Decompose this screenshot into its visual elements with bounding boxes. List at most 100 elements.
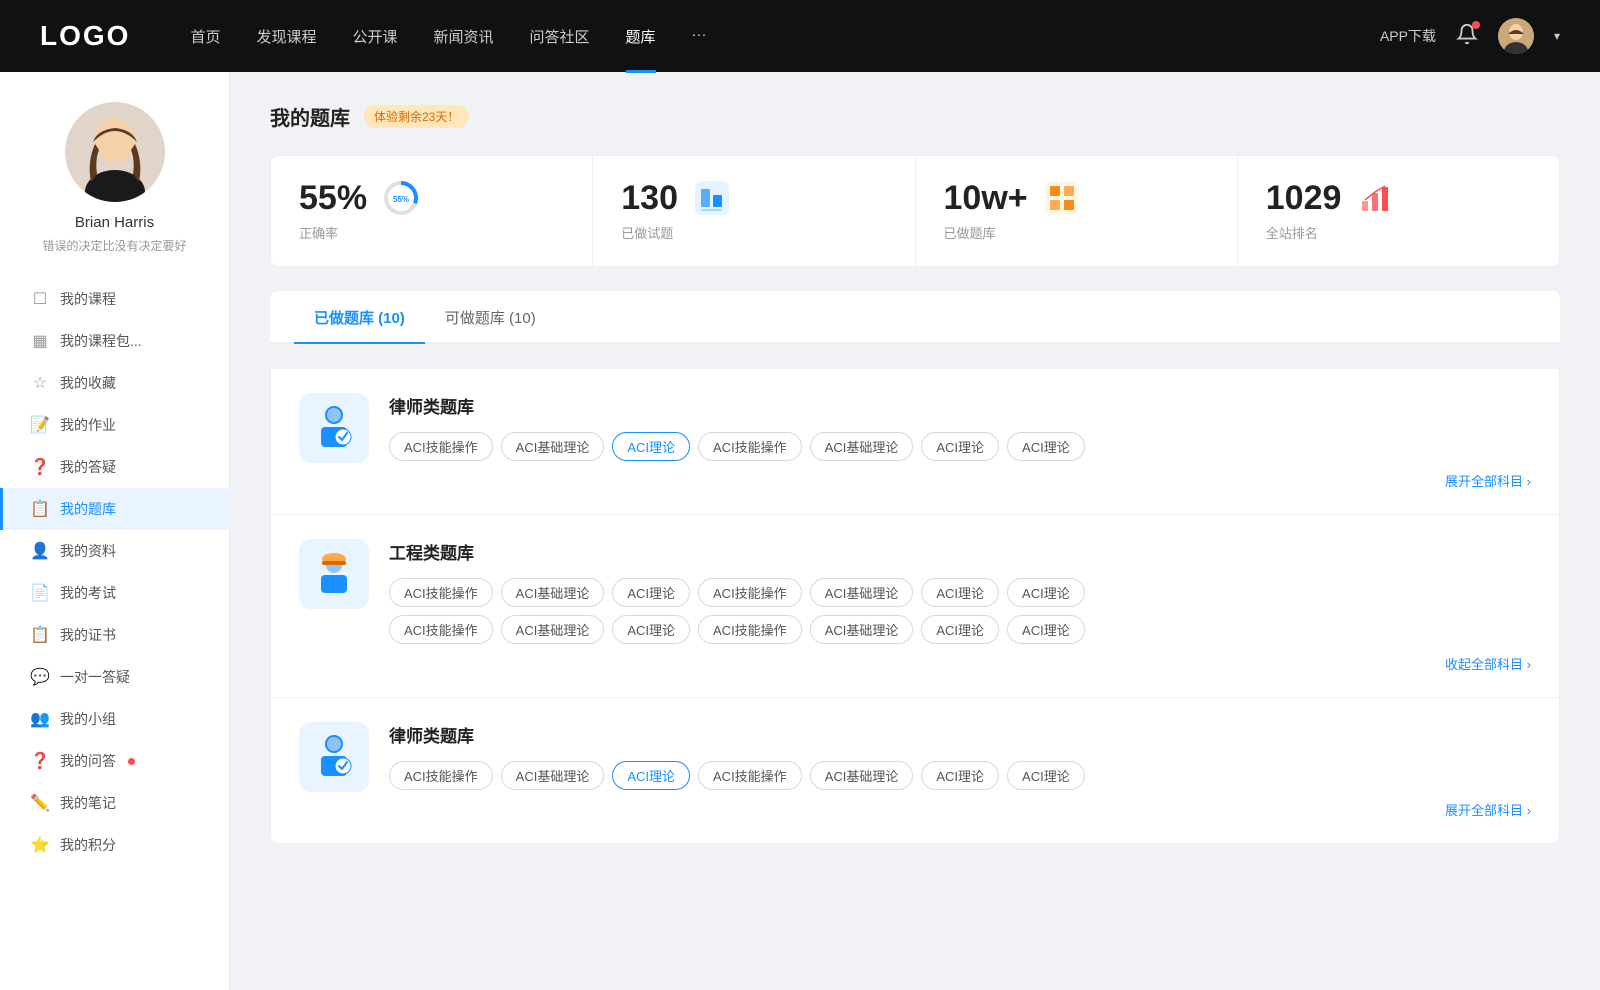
- sidebar-item-questions[interactable]: ❓ 我的问答: [0, 740, 229, 782]
- sidebar-item-profile[interactable]: 👤 我的资料: [0, 530, 229, 572]
- bank-tag[interactable]: ACI基础理论: [501, 578, 605, 607]
- logo: LOGO: [40, 20, 130, 52]
- bank-card-inner: 工程类题库 ACI技能操作 ACI基础理论 ACI理论 ACI技能操作 ACI基…: [299, 539, 1531, 673]
- nav-open-course[interactable]: 公开课: [352, 26, 397, 47]
- bank-tag[interactable]: ACI技能操作: [389, 615, 493, 644]
- bank-tag[interactable]: ACI技能操作: [389, 761, 493, 790]
- points-icon: ⭐: [30, 835, 50, 855]
- sidebar-item-label: 我的考试: [60, 583, 116, 603]
- bank-tag[interactable]: ACI基础理论: [810, 761, 914, 790]
- bank-card-lawyer-1: 律师类题库 ACI技能操作 ACI基础理论 ACI理论 ACI技能操作 ACI基…: [270, 368, 1560, 515]
- sidebar: Brian Harris 错误的决定比没有决定要好 ☐ 我的课程 ▦ 我的课程包…: [0, 72, 230, 990]
- bank-tag[interactable]: ACI基础理论: [501, 432, 605, 461]
- nav-qa[interactable]: 问答社区: [530, 26, 590, 47]
- bank-tag[interactable]: ACI技能操作: [698, 578, 802, 607]
- banks-chart-icon: [1044, 180, 1080, 216]
- nav-links: 首页 发现课程 公开课 新闻资讯 问答社区 题库 ···: [190, 26, 1380, 47]
- nav-home[interactable]: 首页: [190, 26, 220, 47]
- sidebar-item-cert[interactable]: 📋 我的证书: [0, 614, 229, 656]
- stat-accuracy-label: 正确率: [299, 223, 367, 242]
- engineer-icon-wrap: [299, 539, 369, 609]
- sidebar-avatar: [65, 102, 165, 202]
- sidebar-item-1on1[interactable]: 💬 一对一答疑: [0, 656, 229, 698]
- sidebar-item-exam[interactable]: 📄 我的考试: [0, 572, 229, 614]
- nav-news[interactable]: 新闻资讯: [434, 26, 494, 47]
- bank-expand-btn[interactable]: 展开全部科目 ›: [389, 471, 1531, 490]
- group-icon: 👥: [30, 709, 50, 729]
- bank-tag[interactable]: ACI理论: [612, 615, 690, 644]
- bank-name: 律师类题库: [389, 722, 1531, 747]
- bank-tag[interactable]: ACI理论: [1007, 578, 1085, 607]
- bank-tag[interactable]: ACI基础理论: [501, 761, 605, 790]
- bank-tags-row1: ACI技能操作 ACI基础理论 ACI理论 ACI技能操作 ACI基础理论 AC…: [389, 578, 1531, 607]
- sidebar-item-homework[interactable]: 📝 我的作业: [0, 404, 229, 446]
- tab-available[interactable]: 可做题库 (10): [425, 291, 556, 342]
- page-wrap: Brian Harris 错误的决定比没有决定要好 ☐ 我的课程 ▦ 我的课程包…: [0, 0, 1600, 990]
- sidebar-item-label: 我的收藏: [60, 373, 116, 393]
- sidebar-item-bank[interactable]: 📋 我的题库: [0, 488, 229, 530]
- avatar[interactable]: [1498, 18, 1534, 54]
- accuracy-chart-icon: 55%: [383, 180, 419, 216]
- bank-tag[interactable]: ACI基础理论: [501, 615, 605, 644]
- bank-list: 律师类题库 ACI技能操作 ACI基础理论 ACI理论 ACI技能操作 ACI基…: [270, 368, 1560, 844]
- bank-tag[interactable]: ACI基础理论: [810, 615, 914, 644]
- bank-card-inner: 律师类题库 ACI技能操作 ACI基础理论 ACI理论 ACI技能操作 ACI基…: [299, 393, 1531, 490]
- stat-questions: 130 已做试题: [593, 156, 915, 266]
- bank-tag[interactable]: ACI理论: [1007, 761, 1085, 790]
- bank-tag[interactable]: ACI技能操作: [698, 432, 802, 461]
- course-icon: ☐: [30, 289, 50, 309]
- sidebar-item-qa[interactable]: ❓ 我的答疑: [0, 446, 229, 488]
- nav-bank[interactable]: 题库: [626, 26, 656, 47]
- qa-icon: ❓: [30, 457, 50, 477]
- bank-tag[interactable]: ACI理论: [921, 432, 999, 461]
- bank-tag[interactable]: ACI理论: [921, 615, 999, 644]
- lawyer-icon-wrap: [299, 393, 369, 463]
- stat-banks-value: 10w+: [944, 180, 1028, 217]
- sidebar-item-points[interactable]: ⭐ 我的积分: [0, 824, 229, 866]
- profile-icon: 👤: [30, 541, 50, 561]
- bank-tag[interactable]: ACI理论: [612, 578, 690, 607]
- course-pkg-icon: ▦: [30, 331, 50, 351]
- bank-tag[interactable]: ACI理论: [1007, 432, 1085, 461]
- questions-chart-icon: [694, 180, 730, 216]
- star-icon: ☆: [30, 373, 50, 393]
- sidebar-item-label: 我的课程包...: [60, 331, 142, 351]
- sidebar-item-course-pkg[interactable]: ▦ 我的课程包...: [0, 320, 229, 362]
- tab-done[interactable]: 已做题库 (10): [294, 291, 425, 342]
- sidebar-item-label: 我的笔记: [60, 793, 116, 813]
- stat-banks-text: 10w+ 已做题库: [944, 180, 1028, 242]
- bank-tag[interactable]: ACI技能操作: [698, 615, 802, 644]
- sidebar-item-course[interactable]: ☐ 我的课程: [0, 278, 229, 320]
- bank-card-engineer: 工程类题库 ACI技能操作 ACI基础理论 ACI理论 ACI技能操作 ACI基…: [270, 515, 1560, 698]
- tabs-row: 已做题库 (10) 可做题库 (10): [270, 291, 1560, 344]
- trial-badge: 体验剩余23天！: [364, 105, 469, 128]
- sidebar-item-label: 我的作业: [60, 415, 116, 435]
- exam-icon: 📄: [30, 583, 50, 603]
- nav-more[interactable]: ···: [692, 26, 707, 47]
- stat-accuracy-value: 55%: [299, 180, 367, 217]
- nav-discover[interactable]: 发现课程: [256, 26, 316, 47]
- sidebar-item-group[interactable]: 👥 我的小组: [0, 698, 229, 740]
- bank-tag-active[interactable]: ACI理论: [612, 432, 690, 461]
- bank-tag-active[interactable]: ACI理论: [612, 761, 690, 790]
- cert-icon: 📋: [30, 625, 50, 645]
- bank-tag[interactable]: ACI技能操作: [698, 761, 802, 790]
- navbar-right: APP下载 ▾: [1380, 18, 1560, 54]
- bank-tag[interactable]: ACI理论: [921, 761, 999, 790]
- svg-text:55%: 55%: [393, 195, 409, 204]
- page-header: 我的题库 体验剩余23天！: [270, 102, 1560, 131]
- bank-collapse-btn[interactable]: 收起全部科目 ›: [389, 654, 1531, 673]
- bank-tag[interactable]: ACI技能操作: [389, 432, 493, 461]
- bank-tag[interactable]: ACI基础理论: [810, 432, 914, 461]
- sidebar-item-notes[interactable]: ✏️ 我的笔记: [0, 782, 229, 824]
- bank-expand-btn-2[interactable]: 展开全部科目 ›: [389, 800, 1531, 819]
- sidebar-item-favorites[interactable]: ☆ 我的收藏: [0, 362, 229, 404]
- bank-tag[interactable]: ACI理论: [1007, 615, 1085, 644]
- notification-bell[interactable]: [1456, 23, 1478, 50]
- user-menu-chevron[interactable]: ▾: [1554, 29, 1560, 43]
- bank-tag[interactable]: ACI技能操作: [389, 578, 493, 607]
- bank-tag[interactable]: ACI理论: [921, 578, 999, 607]
- bank-tag[interactable]: ACI基础理论: [810, 578, 914, 607]
- app-download-btn[interactable]: APP下载: [1380, 26, 1436, 46]
- questions-icon: ❓: [30, 751, 50, 771]
